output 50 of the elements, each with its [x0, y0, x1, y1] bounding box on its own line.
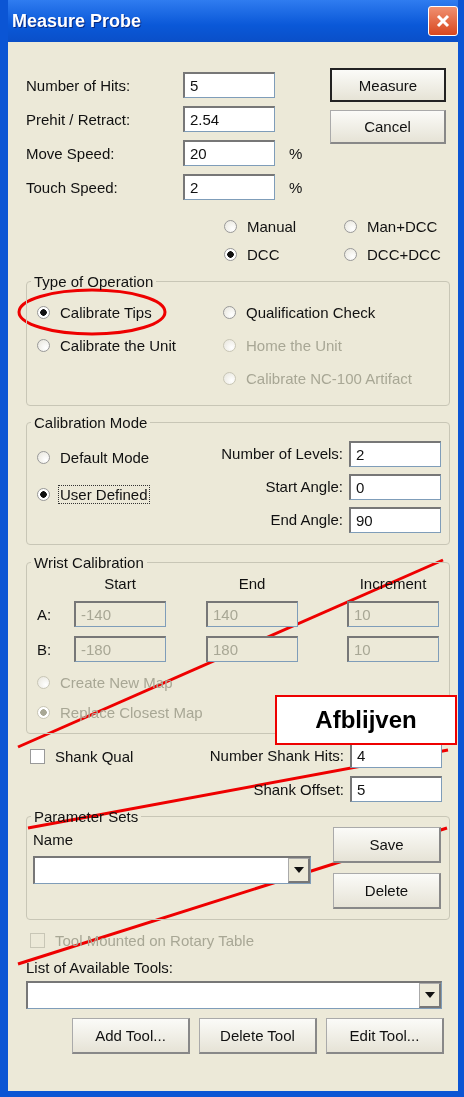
- row-label: A:: [37, 605, 53, 623]
- window-title: Measure Probe: [12, 10, 142, 32]
- radio-label: DCC: [246, 246, 281, 263]
- field-label: Touch Speed:: [26, 178, 119, 196]
- input-field[interactable]: 2: [349, 440, 441, 467]
- checkbox-label: Shank Qual: [54, 748, 135, 765]
- field-label: Start Angle:: [265, 478, 343, 495]
- input-field[interactable]: 0: [349, 473, 441, 500]
- field-label: Shank Offset:: [253, 780, 344, 798]
- input-field[interactable]: 90: [349, 506, 441, 533]
- input-field[interactable]: 2: [183, 174, 275, 200]
- group-title: Type of Operation: [33, 273, 155, 290]
- input-field[interactable]: 2.54: [183, 106, 275, 132]
- field-label: Name: [33, 831, 73, 848]
- field-label: Number Shank Hits:: [209, 746, 344, 764]
- radio-label: Qualification Check: [245, 304, 377, 321]
- column-header: End: [237, 575, 267, 592]
- field-label: Number of Hits:: [26, 76, 132, 94]
- radio-label: Default Mode: [59, 449, 151, 466]
- radio-label: Calibrate NC-100 Artifact: [245, 370, 413, 387]
- note-label: Afblijven: [275, 695, 457, 745]
- dialog-button[interactable]: Measure: [330, 68, 446, 102]
- dialog-button[interactable]: Cancel: [330, 110, 446, 144]
- radio-label: Man+DCC: [366, 218, 439, 235]
- input-field[interactable]: 5: [183, 72, 275, 98]
- radio-label: Calibrate the Unit: [59, 337, 177, 354]
- unit-label: %: [289, 144, 303, 162]
- field-label: Prehit / Retract:: [26, 110, 132, 128]
- dialog-button[interactable]: Edit Tool...: [326, 1018, 444, 1054]
- field-label: End Angle:: [270, 511, 343, 528]
- radio-label: DCC+DCC: [366, 246, 442, 263]
- radio-label: Calibrate Tips: [59, 304, 153, 321]
- field-label: Number of Levels:: [221, 445, 343, 462]
- dialog-button[interactable]: Save: [333, 827, 441, 863]
- radio-label: User Defined: [59, 486, 149, 503]
- group-title: Calibration Mode: [33, 414, 149, 431]
- radio-label: Manual: [246, 218, 298, 235]
- dialog-button[interactable]: Delete: [333, 873, 441, 909]
- radio-label: Home the Unit: [245, 337, 343, 354]
- column-header: Start: [103, 575, 137, 592]
- field-label: List of Available Tools:: [26, 959, 175, 976]
- dialog-button[interactable]: Add Tool...: [72, 1018, 190, 1054]
- group-title: Wrist Calibration: [33, 554, 145, 571]
- input-field[interactable]: 20: [183, 140, 275, 166]
- row-label: B:: [37, 640, 53, 658]
- unit-label: %: [289, 178, 303, 196]
- input-field[interactable]: 5: [350, 776, 442, 802]
- field-label: Move Speed:: [26, 144, 116, 162]
- checkbox-label: Tool Mounted on Rotary Table: [54, 932, 255, 949]
- dialog-button[interactable]: Delete Tool: [199, 1018, 317, 1054]
